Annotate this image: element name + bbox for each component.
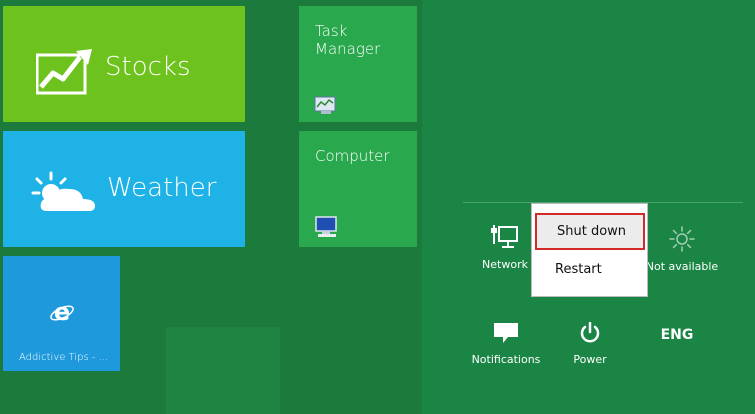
tile-weather-label: Weather <box>107 173 217 203</box>
power-menu: Shut down Restart <box>531 203 648 297</box>
notifications-label: Notifications <box>471 353 541 366</box>
network-label: Network <box>482 258 528 271</box>
tile-task-manager[interactable]: Task Manager <box>299 6 417 122</box>
keyboard-language-button[interactable]: ENG <box>653 327 701 343</box>
start-screen: Stocks Weather e Addictive Tips - ... Ta… <box>0 0 422 414</box>
tile-addictive-tips[interactable]: e Addictive Tips - ... <box>3 256 120 371</box>
power-button[interactable]: Power <box>570 322 610 366</box>
notifications-button[interactable]: Notifications <box>468 322 544 366</box>
notifications-icon <box>494 323 518 343</box>
shutdown-menu-item[interactable]: Shut down <box>535 213 645 250</box>
power-icon <box>580 322 600 343</box>
network-icon <box>491 225 518 248</box>
brightness-label: Not available <box>645 260 719 273</box>
brightness-icon <box>669 226 695 252</box>
tile-stocks-label: Stocks <box>105 52 191 82</box>
tile-addictive-tips-label: Addictive Tips - ... <box>19 352 109 363</box>
background-tile <box>166 327 280 414</box>
tile-stocks[interactable]: Stocks <box>3 6 245 122</box>
tile-computer[interactable]: Computer <box>299 131 417 247</box>
tile-task-manager-label: Task Manager <box>315 22 381 58</box>
task-manager-icon <box>314 96 336 114</box>
brightness-button[interactable]: Not available <box>642 226 722 273</box>
stocks-chart-icon <box>36 49 92 95</box>
restart-menu-item[interactable]: Restart <box>532 256 647 284</box>
weather-sun-cloud-icon <box>31 171 95 211</box>
tile-weather[interactable]: Weather <box>3 131 245 247</box>
network-button[interactable]: Network <box>480 224 530 271</box>
power-label: Power <box>573 353 607 366</box>
internet-explorer-icon: e <box>50 299 74 325</box>
tile-computer-label: Computer <box>315 147 390 165</box>
computer-monitor-icon <box>315 216 337 237</box>
svg-text:e: e <box>54 299 70 325</box>
